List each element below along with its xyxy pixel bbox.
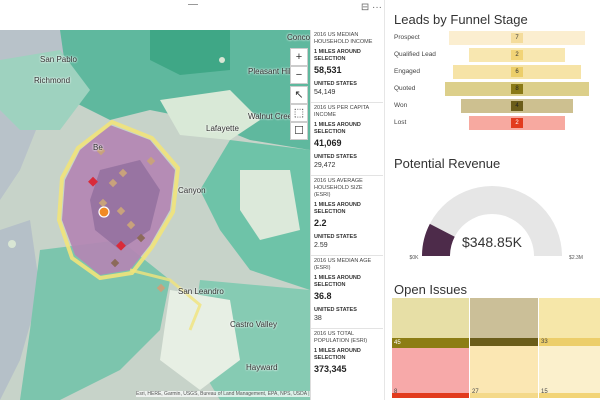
info-us-label: UNITED STATES <box>314 307 357 313</box>
issues-title: Open Issues <box>394 282 467 297</box>
info-title: 2016 US MEDIAN AGE (ESRI) <box>314 258 372 271</box>
map-label-san-leandro: San Leandro <box>178 287 224 296</box>
funnel-stage-label: Engaged <box>394 68 421 75</box>
revenue-title: Potential Revenue <box>394 156 501 171</box>
info-us-value: 2.59 <box>314 242 328 249</box>
zoom-out-button[interactable]: − <box>290 66 308 84</box>
treemap-label: 27 <box>472 389 479 395</box>
funnel-value: 2 <box>511 118 523 128</box>
funnel-value: 4 <box>511 101 523 111</box>
treemap-label: 45 <box>394 340 401 346</box>
gauge-min-label: $0K <box>410 255 420 261</box>
map-label-walnut-creek: Walnut Creek <box>248 112 297 121</box>
funnel-stage-label: Quoted <box>394 85 416 92</box>
info-per-capita-income: 2016 US PER CAPITA INCOME 1 MILES AROUND… <box>311 103 383 176</box>
funnel-value: 6 <box>511 67 523 77</box>
map-label-pleasant-hill: Pleasant Hill <box>248 67 293 76</box>
info-title: 2016 US PER CAPITA INCOME <box>314 105 369 118</box>
visual-options-icons[interactable]: ⊟ ··· <box>361 2 382 13</box>
map-label-richmond: Richmond <box>34 76 71 85</box>
gauge-max-label: $2.3M <box>569 255 583 261</box>
treemap-cell[interactable] <box>470 346 538 393</box>
map-label-canyon: Canyon <box>178 186 206 195</box>
info-title: 2016 US MEDIAN HOUSEHOLD INCOME <box>314 32 373 45</box>
panel-divider <box>384 0 385 400</box>
info-title: 2016 US TOTAL POPULATION (ESRI) <box>314 331 368 344</box>
funnel-stage-label: Qualified Lead <box>394 51 436 58</box>
info-household-size: 2016 US AVERAGE HOUSEHOLD SIZE (ESRI) 1 … <box>311 176 383 256</box>
funnel-row[interactable]: Engaged 6 <box>386 65 600 79</box>
treemap-cell[interactable] <box>392 298 469 338</box>
map-label-lafayette: Lafayette <box>206 124 239 133</box>
funnel-value: 7 <box>511 33 523 43</box>
treemap-label: 15 <box>541 389 548 395</box>
funnel-stage-label: Lost <box>394 119 407 126</box>
info-us-label: UNITED STATES <box>314 81 357 87</box>
treemap-cell[interactable] <box>470 393 538 398</box>
info-value: 58,531 <box>314 65 342 75</box>
lasso-tool-button[interactable]: ⬚ <box>290 104 308 122</box>
visual-header: ⊟ ··· <box>0 0 384 30</box>
info-sub: 1 MILES AROUND SELECTION <box>314 202 361 215</box>
info-us-value: 29,472 <box>314 162 336 169</box>
treemap-cell[interactable] <box>470 338 538 346</box>
funnel-row[interactable]: Quoted 8 <box>386 82 600 96</box>
info-sub: 1 MILES AROUND SELECTION <box>314 348 361 361</box>
info-value: 2.2 <box>314 218 327 228</box>
map-label-hayward: Hayward <box>246 363 278 372</box>
info-total-population: 2016 US TOTAL POPULATION (ESRI) 1 MILES … <box>311 329 383 374</box>
gauge-value: $348.85K <box>462 234 523 250</box>
map-canvas[interactable] <box>0 30 310 400</box>
revenue-gauge[interactable]: $348.85K $0K $2.3M <box>386 176 600 266</box>
treemap-label: 8 <box>394 389 398 395</box>
select-tool-button[interactable]: ↖ <box>290 86 308 104</box>
info-median-age: 2016 US MEDIAN AGE (ESRI) 1 MILES AROUND… <box>311 256 383 329</box>
infographic-panel: 2016 US MEDIAN HOUSEHOLD INCOME 1 MILES … <box>310 30 383 400</box>
info-sub: 1 MILES AROUND SELECTION <box>314 122 361 135</box>
treemap-cell[interactable] <box>539 298 600 338</box>
treemap-cell[interactable] <box>539 346 600 393</box>
issues-treemap[interactable]: 45 8 27 33 15 <box>392 298 600 398</box>
info-us-value: 38 <box>314 315 322 322</box>
info-us-label: UNITED STATES <box>314 154 357 160</box>
treemap-cell[interactable] <box>539 393 600 398</box>
info-title: 2016 US AVERAGE HOUSEHOLD SIZE (ESRI) <box>314 178 363 198</box>
funnel-row[interactable]: Won 4 <box>386 99 600 113</box>
treemap-cell[interactable] <box>392 393 469 398</box>
funnel-row[interactable]: Qualified Lead 2 <box>386 48 600 62</box>
funnel-stage-label: Won <box>394 102 408 109</box>
map-view[interactable]: San Pablo Richmond Pleasant Hill Conco W… <box>0 30 310 400</box>
info-value: 36.8 <box>314 291 332 301</box>
drag-handle[interactable] <box>188 4 198 5</box>
funnel-row[interactable]: Prospect 7 <box>386 31 600 45</box>
treemap-cell[interactable] <box>392 348 469 398</box>
info-value: 41,069 <box>314 138 342 148</box>
map-label-san-pablo: San Pablo <box>40 55 77 64</box>
treemap-cell[interactable] <box>470 298 538 338</box>
zoom-in-button[interactable]: + <box>290 48 308 66</box>
info-sub: 1 MILES AROUND SELECTION <box>314 275 361 288</box>
funnel-value: 8 <box>511 84 523 94</box>
info-us-value: 54,149 <box>314 89 336 96</box>
map-label-castro-valley: Castro Valley <box>230 320 277 329</box>
map-label-concord: Conco <box>287 33 310 42</box>
info-median-income: 2016 US MEDIAN HOUSEHOLD INCOME 1 MILES … <box>311 30 383 103</box>
funnel-row[interactable]: Lost 2 <box>386 116 600 130</box>
treemap-label: 33 <box>541 339 548 345</box>
funnel-value: 2 <box>511 50 523 60</box>
rect-select-button[interactable]: ☐ <box>290 122 308 140</box>
info-sub: 1 MILES AROUND SELECTION <box>314 49 361 62</box>
funnel-stage-label: Prospect <box>394 34 420 41</box>
info-us-label: UNITED STATES <box>314 234 357 240</box>
treemap-cell[interactable] <box>539 338 600 346</box>
treemap-cell[interactable] <box>392 338 469 348</box>
funnel-title: Leads by Funnel Stage <box>394 12 528 27</box>
dashboard-right-column: Leads by Funnel Stage Prospect 7 Qualified… <box>386 0 600 400</box>
info-value: 373,345 <box>314 364 347 374</box>
map-label-berkeley: Be <box>93 143 103 152</box>
